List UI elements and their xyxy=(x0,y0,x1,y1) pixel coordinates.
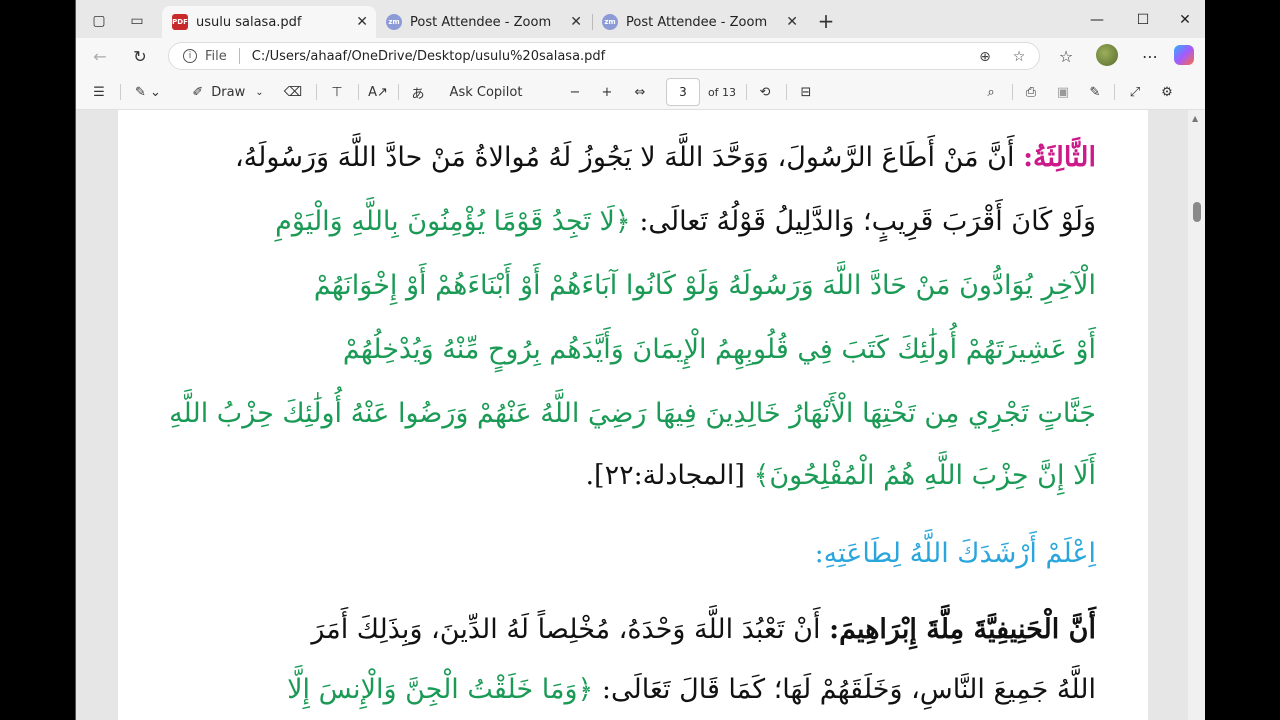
scrollbar[interactable]: ▲ xyxy=(1188,110,1205,720)
tab-bar: ▢ ▭ PDF usulu salasa.pdf ✕ zm Post Atten… xyxy=(76,0,1205,42)
tab-title: usulu salasa.pdf xyxy=(196,14,302,30)
chevron-down-icon: ⌄ xyxy=(255,86,264,98)
tab-pdf[interactable]: PDF usulu salasa.pdf ✕ xyxy=(162,6,376,38)
fullscreen-icon[interactable]: ⤢ xyxy=(1124,80,1146,104)
back-icon[interactable]: ← xyxy=(86,44,114,68)
tab-zoom-1[interactable]: zm Post Attendee - Zoom ✕ xyxy=(376,6,590,38)
divider xyxy=(120,84,121,100)
page-total: of 13 xyxy=(707,85,737,99)
divider xyxy=(398,84,399,100)
quran-text: ﴿لَا تَجِدُ قَوْمًا يُؤْمِنُونَ بِاللَّه… xyxy=(275,206,631,237)
ask-copilot-button[interactable]: Ask Copilot xyxy=(448,80,524,104)
minimize-icon[interactable]: — xyxy=(1074,8,1120,32)
favorite-star-icon[interactable]: ☆ xyxy=(1005,43,1033,71)
point-marker: الثَّالِثَةُ: xyxy=(1023,142,1096,173)
fit-page-icon[interactable]: ⇔ xyxy=(628,80,652,104)
zoom-icon: zm xyxy=(386,14,402,30)
text-icon[interactable]: ⊤ xyxy=(326,80,348,104)
workspaces-icon[interactable]: ▢ xyxy=(88,10,110,32)
quran-text: أَوْ عَشِيرَتَهُمْ أُولَٰئِكَ كَتَبَ فِي… xyxy=(342,334,1096,365)
search-icon[interactable]: ⌕ xyxy=(980,80,1002,104)
tab-title: Post Attendee - Zoom xyxy=(410,14,552,30)
divider xyxy=(358,84,359,100)
maximize-icon[interactable]: ☐ xyxy=(1120,8,1166,32)
divider xyxy=(1114,84,1115,100)
pdf-icon: PDF xyxy=(172,14,188,30)
save-icon[interactable]: ▣ xyxy=(1052,80,1074,104)
rotate-icon[interactable]: ⟲ xyxy=(754,80,776,104)
divider xyxy=(786,84,787,100)
close-icon[interactable]: ✕ xyxy=(786,14,798,30)
divider xyxy=(746,84,747,100)
favorites-icon[interactable]: ☆ xyxy=(1052,44,1080,68)
pdf-toolbar: ☰ ✎ ⌄ ✐ Draw ⌄ ⌫ ⊤ A↗ あ Ask Copilot − + … xyxy=(76,74,1205,110)
zoom-out-icon[interactable]: − xyxy=(564,80,586,104)
page-view-icon[interactable]: ⊟ xyxy=(794,80,818,104)
line-text: وَلَوْ كَانَ أَقْرَبَ قَرِيبٍ؛ وَالدَّلِ… xyxy=(639,206,1096,237)
address-bar[interactable]: i File C:/Users/ahaaf/OneDrive/Desktop/u… xyxy=(168,42,1040,70)
scheme-label: File xyxy=(205,48,227,64)
quran-text: الْآخِرِ يُوَادُّونَ مَنْ حَادَّ اللَّهَ… xyxy=(313,270,1096,301)
pdf-viewer: الثَّالِثَةُ: أَنَّ مَنْ أَطَاعَ الرَّسُ… xyxy=(76,110,1205,720)
scroll-up-icon[interactable]: ▲ xyxy=(1192,114,1198,123)
save-as-icon[interactable]: ✎ xyxy=(1084,80,1106,104)
close-window-icon[interactable]: ✕ xyxy=(1162,8,1205,32)
citation: [المجادلة:٢٢]. xyxy=(585,460,745,491)
more-icon[interactable]: ⋯ xyxy=(1136,44,1164,68)
tab-zoom-2[interactable]: zm Post Attendee - Zoom ✕ xyxy=(592,6,806,38)
quran-text: جَنَّاتٍ تَجْرِي مِن تَحْتِهَا الْأَنْهَ… xyxy=(169,398,1096,429)
line-text: اللَّهُ جَمِيعَ النَّاسِ، وَخَلَقَهُمْ ل… xyxy=(601,674,1096,705)
line-text: أَنَّ مَنْ أَطَاعَ الرَّسُولَ، وَوَحَّدَ… xyxy=(234,142,1015,173)
contents-icon[interactable]: ☰ xyxy=(88,80,110,104)
refresh-icon[interactable]: ↻ xyxy=(126,44,154,68)
settings-gear-icon[interactable]: ⚙ xyxy=(1156,80,1178,104)
print-icon[interactable]: ⎙ xyxy=(1020,80,1042,104)
zoom-in-icon[interactable]: + xyxy=(596,80,618,104)
quran-text: أَلَا إِنَّ حِزْبَ اللَّهِ هُمُ الْمُفْل… xyxy=(753,460,1096,491)
close-icon[interactable]: ✕ xyxy=(356,14,368,30)
quran-text: ﴿وَمَا خَلَقْتُ الْجِنَّ وَالْإِنسَ إِلَ… xyxy=(287,674,594,705)
scroll-thumb[interactable] xyxy=(1193,202,1201,222)
pdf-page: الثَّالِثَةُ: أَنَّ مَنْ أَطَاعَ الرَّسُ… xyxy=(118,110,1148,720)
draw-icon: ✐ xyxy=(192,84,204,100)
avatar[interactable] xyxy=(1096,44,1118,66)
read-aloud-icon[interactable]: A↗ xyxy=(366,80,390,104)
new-tab-icon[interactable]: + xyxy=(815,9,837,33)
draw-button[interactable]: ✐ Draw ⌄ xyxy=(186,80,270,104)
translate-icon[interactable]: あ xyxy=(406,80,430,104)
erase-icon[interactable]: ⌫ xyxy=(282,80,304,104)
browser-window: ▢ ▭ PDF usulu salasa.pdf ✕ zm Post Atten… xyxy=(75,0,1205,720)
divider xyxy=(1012,84,1013,100)
highlight-icon[interactable]: ✎ ⌄ xyxy=(130,80,166,104)
url-text: C:/Users/ahaaf/OneDrive/Desktop/usulu%20… xyxy=(251,48,606,64)
draw-label: Draw xyxy=(211,84,246,100)
bold-phrase: أَنَّ الْحَنِيفِيَّةَ مِلَّةَ إِبْرَاهِي… xyxy=(829,614,1096,645)
info-icon[interactable]: i xyxy=(183,49,197,63)
tab-actions-icon[interactable]: ▭ xyxy=(126,10,148,32)
address-row: ← ↻ i File C:/Users/ahaaf/OneDrive/Deskt… xyxy=(76,38,1205,74)
divider xyxy=(316,84,317,100)
divider xyxy=(238,48,240,64)
zoom-icon: zm xyxy=(602,14,618,30)
zoom-page-icon[interactable]: ⊕ xyxy=(971,43,999,71)
copilot-icon[interactable] xyxy=(1174,45,1194,65)
page-number-input[interactable]: 3 xyxy=(666,78,700,106)
line-text: أَنْ تَعْبُدَ اللَّهَ وَحْدَهُ، مُخْلِصا… xyxy=(311,614,821,645)
tab-title: Post Attendee - Zoom xyxy=(626,14,768,30)
close-icon[interactable]: ✕ xyxy=(570,14,582,30)
